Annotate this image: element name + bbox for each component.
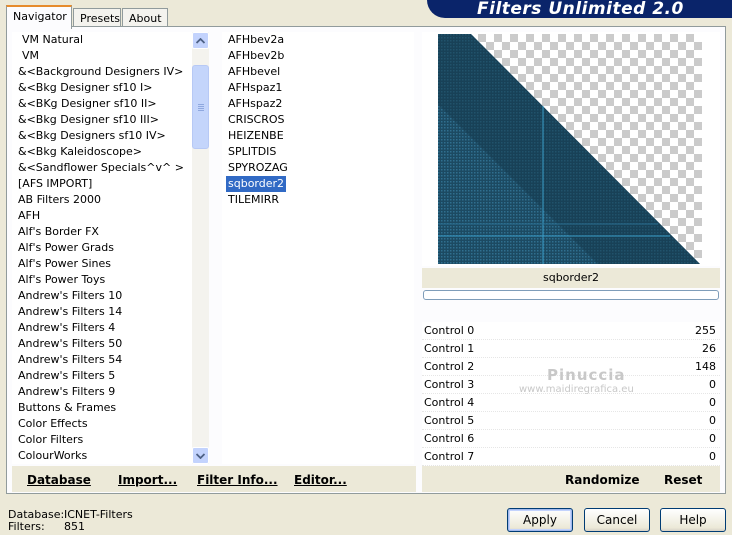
category-item[interactable]: AB Filters 2000	[12, 192, 192, 208]
control-label: Control 6	[424, 432, 475, 445]
category-item[interactable]: &<Bkg Designer sf10 I>	[12, 80, 192, 96]
filter-item[interactable]: SPLITDIS	[222, 144, 414, 160]
category-item[interactable]: &<Bkg Designers sf10 IV>	[12, 128, 192, 144]
category-item[interactable]: Andrew's Filters 5	[12, 368, 192, 384]
control-row[interactable]: Control 7 0	[422, 448, 720, 466]
tab-about-label: About	[129, 12, 162, 25]
preview-area	[422, 32, 720, 266]
control-row[interactable]: Control 4 0	[422, 394, 720, 412]
category-item[interactable]: Andrew's Filters 9	[12, 384, 192, 400]
control-value[interactable]: 0	[709, 448, 716, 466]
chevron-up-icon	[196, 37, 205, 44]
tab-navigator[interactable]: Navigator	[6, 5, 72, 29]
filter-list[interactable]: AFHbev2a AFHbev2b AFHbevel AFHspaz1 AFHspaz2…	[222, 32, 414, 464]
preview-graphic	[438, 34, 700, 264]
banner-title: Filters Unlimited 2.0	[477, 0, 684, 18]
category-item[interactable]: &<Sandflower Specials^v^ >	[12, 160, 192, 176]
category-item[interactable]: Alf's Power Toys	[12, 272, 192, 288]
control-value[interactable]: 0	[709, 430, 716, 448]
category-item[interactable]: &<Bkg Designer sf10 III>	[12, 112, 192, 128]
control-label: Control 4	[424, 396, 475, 409]
tab-presets[interactable]: Presets	[73, 8, 121, 28]
category-list[interactable]: VM Natural VM &<Background Designers IV> &<…	[12, 32, 192, 464]
preview-image	[438, 34, 702, 264]
control-row[interactable]: Control 6 0	[422, 430, 720, 448]
category-item[interactable]: &<BKg Designer sf10 II>	[12, 96, 192, 112]
category-item[interactable]: Color Effects	[12, 416, 192, 432]
control-label: Control 5	[424, 414, 475, 427]
category-item[interactable]: Andrew's Filters 50	[12, 336, 192, 352]
category-item[interactable]: Andrew's Filters 4	[12, 320, 192, 336]
filter-item[interactable]: AFHbev2a	[222, 32, 414, 48]
control-label: Control 7	[424, 450, 475, 463]
category-item[interactable]: Andrew's Filters 14	[12, 304, 192, 320]
control-label: Control 3	[424, 378, 475, 391]
filter-item[interactable]: sqborder2	[226, 176, 287, 192]
title-banner: Filters Unlimited 2.0	[427, 0, 732, 18]
database-button[interactable]: Database	[27, 473, 91, 487]
filter-item[interactable]: TILEMIRR	[222, 192, 414, 208]
editor-button[interactable]: Editor...	[294, 473, 347, 487]
control-label: Control 1	[424, 342, 475, 355]
scroll-down-button[interactable]	[192, 447, 209, 464]
right-button-bar: Randomize Reset	[422, 466, 720, 492]
controls-list[interactable]: Control 0 255 Control 1 26 Control 2 148 Contr…	[422, 322, 720, 466]
filter-info-button[interactable]: Filter Info...	[197, 473, 278, 487]
category-item[interactable]: Alf's Power Sines	[12, 256, 192, 272]
filter-item[interactable]: AFHbev2b	[222, 48, 414, 64]
category-item[interactable]: Buttons & Frames	[12, 400, 192, 416]
category-scrollbar[interactable]	[192, 32, 209, 464]
control-value[interactable]: 0	[709, 394, 716, 412]
control-row[interactable]: Control 1 26	[422, 340, 720, 358]
filter-item[interactable]: SPYROZAG	[222, 160, 414, 176]
help-button[interactable]: Help	[660, 508, 726, 532]
control-value[interactable]: 0	[709, 412, 716, 430]
filter-item[interactable]: AFHbevel	[222, 64, 414, 80]
control-row[interactable]: Control 0 255	[422, 322, 720, 340]
category-item[interactable]: VM	[12, 48, 192, 64]
import-button[interactable]: Import...	[118, 473, 177, 487]
category-item[interactable]: Alf's Border FX	[12, 224, 192, 240]
left-button-bar: Database Import... Filter Info... Editor…	[12, 466, 416, 492]
watermark: Pinuccia www.maidiregrafica.eu	[519, 366, 634, 395]
control-value[interactable]: 0	[709, 376, 716, 394]
category-item[interactable]: [AFS IMPORT]	[12, 176, 192, 192]
control-value[interactable]: 148	[695, 358, 716, 376]
tab-about[interactable]: About	[122, 8, 168, 28]
control-value[interactable]: 255	[695, 322, 716, 340]
category-item[interactable]: VM Natural	[12, 32, 192, 48]
progress-bar	[423, 290, 719, 300]
category-item[interactable]: AFH	[12, 208, 192, 224]
watermark-name: Pinuccia	[547, 366, 626, 384]
filter-name-label: sqborder2	[422, 268, 720, 288]
randomize-button[interactable]: Randomize	[565, 473, 639, 487]
tab-presets-label: Presets	[80, 12, 121, 25]
reset-button[interactable]: Reset	[664, 473, 702, 487]
tab-navigator-label: Navigator	[13, 10, 67, 23]
filters-count-value: 851	[64, 520, 85, 533]
status-info: Database:ICNET-Filters Filters: 851	[8, 509, 133, 533]
category-item[interactable]: Andrew's Filters 10	[12, 288, 192, 304]
scroll-thumb[interactable]	[192, 65, 209, 149]
category-item[interactable]: &<Background Designers IV>	[12, 64, 192, 80]
filter-item[interactable]: AFHspaz1	[222, 80, 414, 96]
filter-item[interactable]: HEIZENBE	[222, 128, 414, 144]
filter-item[interactable]: CRISCROS	[222, 112, 414, 128]
filters-count-label: Filters:	[8, 520, 45, 533]
watermark-url: www.maidiregrafica.eu	[519, 384, 634, 395]
filter-item[interactable]: AFHspaz2	[222, 96, 414, 112]
control-label: Control 2	[424, 360, 475, 373]
chevron-down-icon	[196, 452, 205, 459]
category-item[interactable]: Andrew's Filters 54	[12, 352, 192, 368]
category-item[interactable]: Alf's Power Grads	[12, 240, 192, 256]
apply-button[interactable]: Apply	[507, 508, 573, 532]
control-value[interactable]: 26	[702, 340, 716, 358]
cancel-button[interactable]: Cancel	[584, 508, 650, 532]
control-row[interactable]: Control 5 0	[422, 412, 720, 430]
category-item[interactable]: &<Bkg Kaleidoscope>	[12, 144, 192, 160]
control-label: Control 0	[424, 324, 475, 337]
category-item[interactable]: ColourWorks	[12, 448, 192, 464]
category-item[interactable]: Color Filters	[12, 432, 192, 448]
scroll-up-button[interactable]	[192, 32, 209, 49]
